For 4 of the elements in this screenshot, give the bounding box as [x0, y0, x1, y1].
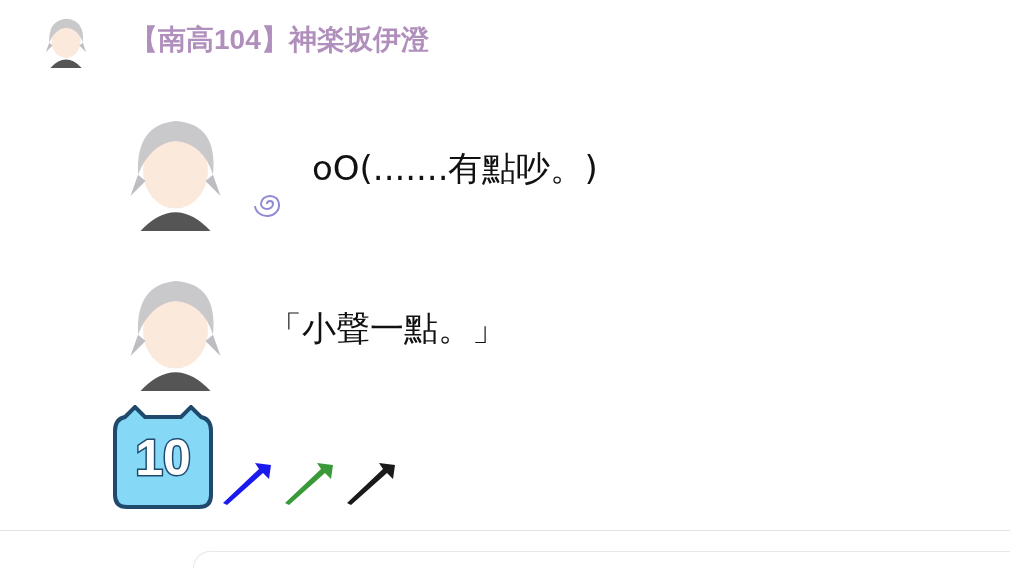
author-name: 【南高104】神楽坂伊澄 [130, 23, 429, 57]
level-badge: 10 [113, 405, 213, 509]
message-text: oO(.......有點吵。) [312, 146, 598, 190]
message-text: 「小聲一點。」 [268, 306, 506, 350]
